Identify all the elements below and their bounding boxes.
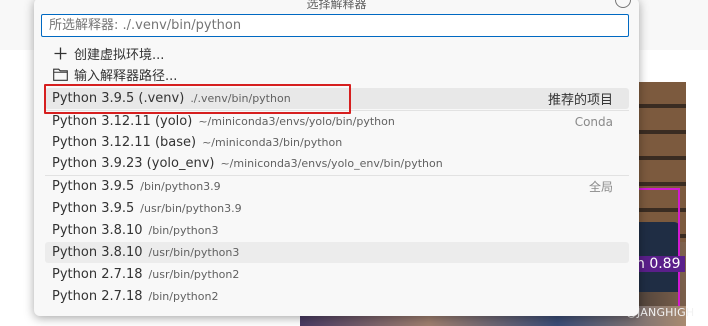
interpreter-name: Python 3.9.23 (yolo_env) bbox=[52, 156, 215, 171]
interpreter-name: Python 2.7.18 bbox=[52, 267, 143, 282]
interpreter-group-tag: Conda bbox=[574, 114, 613, 129]
create-venv-action[interactable]: 创建虚拟环境... bbox=[52, 43, 164, 63]
interpreter-name: Python 3.8.10 bbox=[52, 223, 143, 238]
interpreter-name: Python 3.12.11 (yolo) bbox=[52, 114, 193, 129]
interpreter-path: /bin/python3 bbox=[148, 224, 219, 237]
folder-icon bbox=[52, 66, 68, 82]
enter-interpreter-path-label: 输入解释器路径... bbox=[74, 68, 178, 84]
interpreter-item[interactable]: Python 3.9.5 /bin/python3.9 全局 bbox=[45, 176, 629, 197]
interpreter-name: Python 3.9.5 bbox=[52, 179, 135, 194]
interpreter-path: /usr/bin/python3.9 bbox=[140, 202, 242, 215]
interpreter-item[interactable]: Python 2.7.18 /usr/bin/python2 bbox=[45, 264, 629, 285]
interpreter-name: Python 3.8.10 bbox=[52, 245, 143, 260]
interpreter-group-tag: 推荐的项目 bbox=[547, 93, 613, 108]
interpreter-path: ~/miniconda3/envs/yolo/bin/python bbox=[198, 115, 395, 128]
interpreter-path: /usr/bin/python2 bbox=[148, 268, 240, 281]
interpreter-group-tag: 全局 bbox=[588, 180, 613, 194]
interpreter-path: ~/miniconda3/envs/yolo_env/bin/python bbox=[220, 157, 443, 170]
interpreter-item[interactable]: Python 3.9.23 (yolo_env) ~/miniconda3/en… bbox=[45, 153, 629, 174]
plus-icon bbox=[52, 45, 68, 61]
create-venv-label: 创建虚拟环境... bbox=[74, 47, 165, 63]
interpreter-item[interactable]: Python 3.12.11 (yolo) ~/miniconda3/envs/… bbox=[45, 111, 629, 132]
interpreter-quick-pick: 选择解释器 创建虚拟环境... 输入解释器路径... Python 3.9.5 … bbox=[34, 0, 639, 316]
interpreter-item[interactable]: Python 3.9.5 /usr/bin/python3.9 bbox=[45, 198, 629, 219]
interpreter-name: Python 3.12.11 (base) bbox=[52, 135, 197, 150]
quick-pick-title: 选择解释器 bbox=[306, 0, 367, 10]
enter-interpreter-path-action[interactable]: 输入解释器路径... bbox=[52, 64, 177, 84]
interpreter-path: ~/miniconda3/bin/python bbox=[202, 136, 343, 149]
interpreter-path: /bin/python2 bbox=[148, 290, 219, 303]
interpreter-search-input[interactable] bbox=[41, 14, 629, 37]
interpreter-name: Python 2.7.18 bbox=[52, 289, 143, 304]
interpreter-path: /bin/python3.9 bbox=[140, 180, 221, 193]
interpreter-item[interactable]: Python 2.7.18 /bin/python2 bbox=[45, 286, 629, 307]
interpreter-path: /usr/bin/python3 bbox=[148, 246, 240, 259]
interpreter-item[interactable]: Python 3.12.11 (base) ~/miniconda3/bin/p… bbox=[45, 132, 629, 153]
interpreter-name: Python 3.9.5 bbox=[52, 201, 135, 216]
interpreter-item[interactable]: Python 3.8.10 /bin/python3 bbox=[45, 220, 629, 241]
highlight-annotation-box bbox=[44, 84, 351, 114]
interpreter-item[interactable]: Python 3.8.10 /usr/bin/python3 bbox=[45, 242, 629, 263]
detection-label: n 0.89 bbox=[632, 256, 685, 272]
